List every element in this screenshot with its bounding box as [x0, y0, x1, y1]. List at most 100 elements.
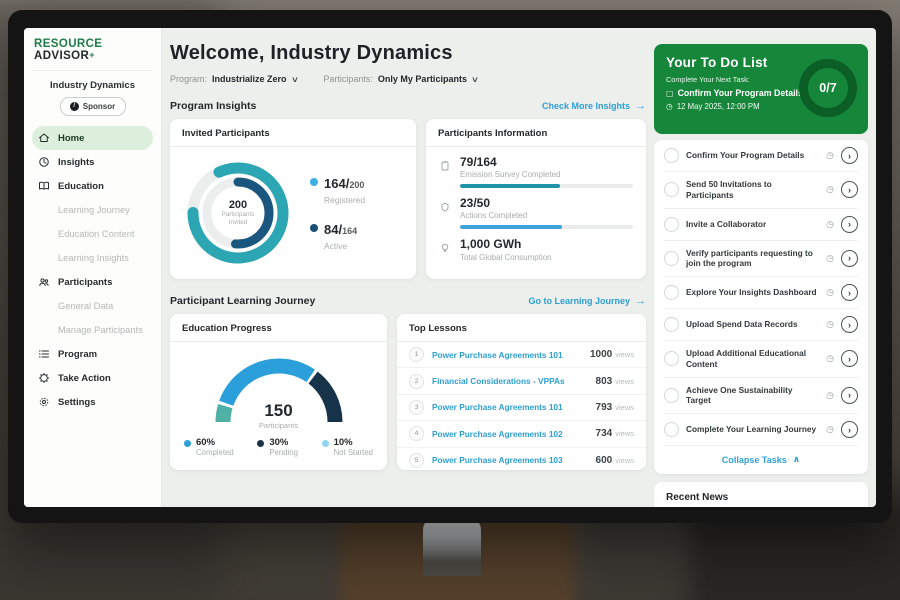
task-label: Confirm Your Program Details [686, 150, 819, 161]
recent-news-title: Recent News [666, 492, 856, 507]
todo-column: Your To Do List Complete Your Next Task:… [654, 44, 868, 507]
donut-center-caption-1: Participants [222, 211, 255, 219]
task-label: Explore Your Insights Dashboard [686, 287, 819, 298]
education-progress-card: Education Progress 150 Participants 60% … [170, 314, 387, 470]
participants-filter-label: Participants: [323, 74, 373, 84]
donut-center-caption-2: Invited [229, 219, 248, 227]
task-open-chevron-button[interactable]: › [841, 181, 858, 198]
task-checkbox[interactable] [664, 217, 679, 232]
task-label: Send 50 Invitations to Participants [686, 179, 819, 201]
task-row-4: Verify participants requesting to join t… [664, 241, 858, 278]
lesson-rank-badge: 5 [409, 453, 424, 468]
learning-cards-row: Education Progress 150 Participants 60% … [170, 314, 646, 470]
legend-dot-icon [310, 178, 318, 186]
chevron-up-icon: ∧ [793, 454, 800, 465]
task-checkbox[interactable] [664, 388, 679, 403]
legend-dot-icon [257, 440, 264, 447]
sidebar-item-education-content[interactable]: Education Content [32, 222, 153, 246]
gauge-legend-item: 60% Completed [184, 438, 234, 457]
sidebar-item-label: Education Content [58, 229, 135, 239]
education-progress-gauge-chart: 150 Participants [204, 346, 354, 430]
task-open-chevron-button[interactable]: › [841, 250, 858, 267]
photo-scene: RESOURCE ADVISOR+ Industry Dynamics / Sp… [0, 0, 900, 600]
sidebar-item-learning-journey[interactable]: Learning Journey [32, 198, 153, 222]
lesson-views-count: 803 [596, 376, 613, 387]
gauge-legend-label: Not Started [334, 448, 373, 457]
gauge-legend-pct: 10% [334, 438, 373, 448]
task-row-7: Upload Additional Educational Content ◷ … [664, 341, 858, 378]
task-checkbox[interactable] [664, 251, 679, 266]
check-more-insights-link[interactable]: Check More Insights → [542, 100, 646, 112]
sidebar-item-label: Program [58, 349, 97, 360]
lesson-views-count: 1000 [590, 349, 612, 360]
take-action-icon [38, 372, 50, 384]
todo-due-label: 12 May 2025, 12:00 PM [677, 102, 760, 111]
gauge-center-caption: Participants [259, 421, 298, 430]
sidebar-item-label: Manage Participants [58, 325, 143, 335]
task-open-chevron-button[interactable]: › [841, 421, 858, 438]
task-open-chevron-button[interactable]: › [841, 350, 858, 367]
sidebar-item-participants[interactable]: Participants [32, 270, 153, 294]
task-row-6: Upload Spend Data Records ◷ › [664, 309, 858, 341]
survey-icon [439, 156, 452, 188]
task-label: Achieve One Sustainability Target [686, 385, 819, 407]
gauge-legend-pct: 30% [269, 438, 298, 448]
sponsor-badge[interactable]: / Sponsor [60, 97, 126, 116]
clipboard-icon: ▢ [666, 89, 674, 98]
sidebar-item-general-data[interactable]: General Data [32, 294, 153, 318]
task-checkbox[interactable] [664, 317, 679, 332]
task-checkbox[interactable] [664, 148, 679, 163]
sidebar-item-label: Education [58, 181, 104, 192]
task-open-chevron-button[interactable]: › [841, 316, 858, 333]
lesson-link[interactable]: Power Purchase Agreements 101 [432, 402, 596, 412]
go-to-learning-journey-link[interactable]: Go to Learning Journey → [528, 295, 646, 307]
task-checkbox[interactable] [664, 422, 679, 437]
sidebar-item-education[interactable]: Education [32, 174, 153, 198]
task-open-chevron-button[interactable]: › [841, 284, 858, 301]
clock-icon: ◷ [666, 102, 673, 111]
task-checkbox[interactable] [664, 351, 679, 366]
participants-filter-value: Only My Participants [378, 74, 467, 84]
top-lessons-card: Top Lessons 1 Power Purchase Agreements … [397, 314, 646, 470]
lesson-row-1: 1 Power Purchase Agreements 101 1000 vie… [397, 342, 646, 368]
lesson-link[interactable]: Power Purchase Agreements 102 [432, 429, 596, 439]
org-name: Industry Dynamics [32, 80, 153, 91]
task-open-chevron-button[interactable]: › [841, 216, 858, 233]
task-open-chevron-button[interactable]: › [841, 147, 858, 164]
lesson-link[interactable]: Power Purchase Agreements 101 [432, 350, 590, 360]
sidebar-item-take-action[interactable]: Take Action [32, 366, 153, 390]
clock-icon: ◷ [826, 353, 834, 364]
sidebar-item-settings[interactable]: Settings [32, 390, 153, 414]
lesson-views-count: 793 [596, 402, 613, 413]
monitor-stand [423, 516, 481, 576]
task-row-3: Invite a Collaborator ◷ › [664, 209, 858, 241]
sidebar-item-home[interactable]: Home [32, 126, 153, 150]
task-checkbox[interactable] [664, 182, 679, 197]
participants-icon [38, 276, 50, 288]
todo-task-panel: Confirm Your Program Details ◷ › Send 50… [654, 140, 868, 474]
task-open-chevron-button[interactable]: › [841, 387, 858, 404]
sidebar-item-learning-insights[interactable]: Learning Insights [32, 246, 153, 270]
lesson-link[interactable]: Power Purchase Agreements 103 [432, 455, 596, 465]
learning-journey-header: Participant Learning Journey Go to Learn… [170, 294, 646, 308]
sidebar-item-program[interactable]: Program [32, 342, 153, 366]
donut-center-value: 200 [229, 199, 247, 211]
task-label: Complete Your Learning Journey [686, 424, 819, 435]
legend-dot-icon [322, 440, 329, 447]
lesson-row-5: 5 Power Purchase Agreements 103 600 view… [397, 448, 646, 473]
filters-row: Program: Industrialize Zero ∨ Participan… [170, 74, 646, 84]
check-more-insights-label: Check More Insights [542, 101, 630, 111]
collapse-tasks-link[interactable]: Collapse Tasks ∧ [664, 446, 858, 474]
sidebar-item-insights[interactable]: Insights [32, 150, 153, 174]
sidebar-item-manage-participants[interactable]: Manage Participants [32, 318, 153, 342]
info-row-value: 79/164 [460, 156, 633, 169]
task-checkbox[interactable] [664, 285, 679, 300]
legend-dot-icon [184, 440, 191, 447]
lesson-link[interactable]: Financial Considerations - VPPAs [432, 376, 596, 386]
todo-progress-value: 0/7 [819, 81, 836, 95]
todo-task-list: Confirm Your Program Details ◷ › Send 50… [664, 140, 858, 446]
clock-icon: ◷ [826, 150, 834, 161]
lesson-rank-badge: 3 [409, 400, 424, 415]
participants-filter-dropdown[interactable]: Participants: Only My Participants ∨ [323, 74, 477, 84]
program-filter-dropdown[interactable]: Program: Industrialize Zero ∨ [170, 74, 297, 84]
